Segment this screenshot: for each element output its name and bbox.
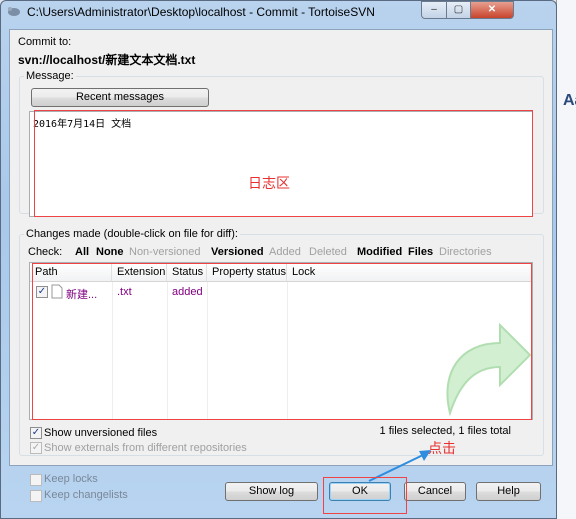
check-added-link: Added [269, 246, 301, 258]
show-externals-checkbox: ✓ [30, 442, 42, 454]
check-modified-link[interactable]: Modified [357, 246, 402, 258]
recent-messages-button[interactable]: Recent messages [31, 88, 209, 107]
commit-dialog: C:\Users\Administrator\Desktop\localhost… [0, 0, 557, 519]
column-extension[interactable]: Extension [112, 263, 167, 282]
show-unversioned-label: Show unversioned files [44, 427, 158, 439]
check-files-link[interactable]: Files [408, 246, 433, 258]
decorative-arrow-icon [446, 322, 532, 417]
row-path: 新建... [66, 289, 98, 301]
row-extension: .txt [117, 286, 132, 298]
message-text: 2016年7月14日 文档 [33, 119, 132, 130]
cancel-button[interactable]: Cancel [404, 482, 466, 501]
commit-to-label: Commit to: [18, 36, 72, 48]
annotation-log-area: 日志区 [248, 175, 290, 191]
column-property-status[interactable]: Property status [207, 263, 287, 282]
file-icon [51, 284, 63, 299]
show-unversioned-checkbox[interactable]: ✓ [30, 427, 42, 439]
check-directories-link: Directories [439, 246, 492, 258]
tortoisesvn-icon [8, 7, 20, 16]
message-label: Message: [24, 70, 76, 82]
keep-changelists-label: Keep changelists [44, 489, 128, 501]
message-input[interactable]: 2016年7月14日 文档 [29, 111, 533, 217]
commit-url: svn://localhost/新建文本文档.txt [18, 53, 196, 67]
row-status: added [172, 286, 203, 298]
check-versioned-link[interactable]: Versioned [211, 246, 264, 258]
check-all-link[interactable]: All [75, 246, 89, 258]
keep-locks-checkbox[interactable] [30, 474, 42, 486]
keep-changelists-checkbox[interactable] [30, 490, 42, 502]
column-lock[interactable]: Lock [287, 263, 532, 282]
background-window: Aa [556, 0, 576, 519]
annotation-arrow [368, 450, 431, 482]
show-externals-label: Show externals from different repositori… [44, 442, 247, 454]
check-none-link[interactable]: None [96, 246, 124, 258]
column-status[interactable]: Status [167, 263, 207, 282]
maximize-button[interactable]: ▢ [446, 1, 471, 19]
changes-label: Changes made (double-click on file for d… [24, 228, 240, 240]
check-label: Check: [28, 246, 63, 258]
row-checkbox[interactable]: ✓ [36, 286, 48, 298]
files-summary: 1 files selected, 1 files total [379, 425, 511, 437]
keep-locks-label: Keep locks [44, 473, 98, 485]
window-title: C:\Users\Administrator\Desktop\localhost… [27, 5, 375, 19]
check-nonversioned-link: Non-versioned [129, 246, 201, 258]
show-log-button[interactable]: Show log [225, 482, 318, 501]
ok-button[interactable]: OK [329, 482, 391, 501]
column-path[interactable]: Path [30, 263, 112, 282]
minimize-button[interactable]: ‒ [421, 1, 447, 19]
check-deleted-link: Deleted [309, 246, 347, 258]
close-button[interactable]: ✕ [470, 1, 514, 19]
background-text: Aa [563, 92, 576, 109]
help-button[interactable]: Help [476, 482, 541, 501]
changes-list[interactable]: Path Extension Status Property status Lo… [29, 262, 533, 420]
